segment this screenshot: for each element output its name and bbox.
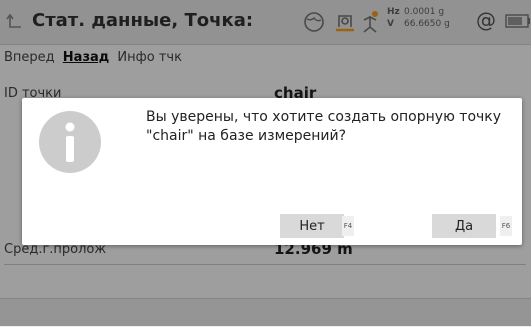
confirmation-dialog: Вы уверены, что хотите создать опорную т… [22, 98, 522, 245]
dialog-message: Вы уверены, что хотите создать опорную т… [146, 109, 502, 144]
yes-button[interactable]: Да [432, 214, 496, 238]
no-button[interactable]: Нет [280, 214, 344, 238]
info-icon [39, 111, 101, 173]
f6-key-label: F6 [500, 216, 512, 236]
f4-key-label: F4 [342, 216, 354, 236]
